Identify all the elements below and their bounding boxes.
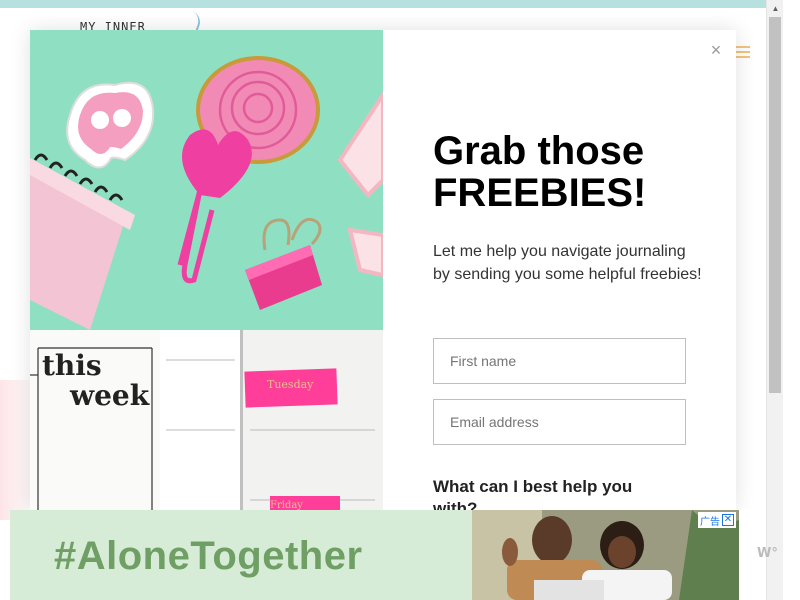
ad-choices-label[interactable]: 广告 bbox=[700, 513, 720, 528]
scroll-up-arrow-icon[interactable]: ▲ bbox=[767, 0, 784, 17]
binder-clip-shape bbox=[245, 217, 322, 310]
first-name-field[interactable] bbox=[433, 338, 686, 384]
hero-image: this week Tuesday Friday bbox=[30, 30, 383, 510]
star-shape bbox=[337, 91, 383, 278]
scrollbar-thumb[interactable] bbox=[769, 17, 781, 393]
journal-heading-line2: week bbox=[69, 379, 150, 412]
email-field[interactable] bbox=[433, 399, 686, 445]
tape-label-2: Friday bbox=[270, 500, 303, 510]
ad-banner[interactable]: #AloneTogether 广告 ✕ bbox=[10, 510, 739, 600]
pretzel-sticker-shape bbox=[66, 81, 155, 169]
modal-description: Let me help you navigate journaling by s… bbox=[433, 243, 702, 283]
heart-clip-shape bbox=[177, 129, 252, 284]
site-top-strip bbox=[0, 0, 766, 8]
modal-title: Grab those FREEBIES! bbox=[433, 129, 647, 215]
page-scrollbar[interactable]: ▲ bbox=[766, 0, 783, 600]
modal-close-button[interactable]: × bbox=[704, 38, 728, 62]
ad-choices-badge[interactable]: 广告 ✕ bbox=[698, 512, 736, 528]
tape-label-1: Tuesday bbox=[267, 378, 314, 391]
spiral-notebook-shape bbox=[30, 153, 135, 330]
ad-headline[interactable]: #AloneTogether bbox=[54, 534, 363, 579]
ad-close-icon[interactable]: ✕ bbox=[722, 514, 734, 526]
hero-illustration: this week Tuesday Friday bbox=[30, 56, 383, 510]
journal-heading-line1: this bbox=[42, 349, 102, 382]
menu-hamburger-icon[interactable] bbox=[734, 46, 750, 58]
ad-network-logo-icon[interactable]: W° bbox=[757, 546, 778, 561]
